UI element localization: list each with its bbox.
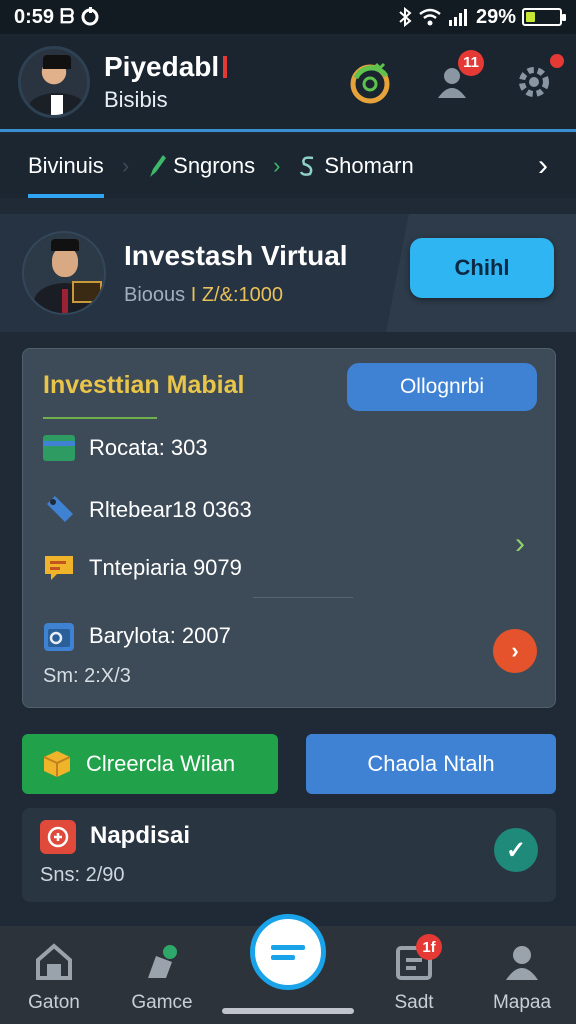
battery-fill — [526, 12, 536, 22]
notification-badge: 11 — [458, 49, 484, 76]
nav-item-mapaa[interactable]: Mapaa — [468, 942, 576, 1014]
sync-icon — [81, 7, 99, 26]
user-icon — [502, 942, 542, 982]
list-item[interactable]: Barylota: 2007 — [43, 623, 231, 651]
check-icon[interactable]: ✓ — [494, 828, 538, 872]
gear-icon — [519, 66, 549, 97]
notification-title: Napdisai — [90, 822, 191, 849]
tab-bar: Bivinuis › Sngrons › Shomarn › — [0, 134, 576, 198]
red-mark — [223, 55, 228, 78]
user-name: Piyedabl — [104, 50, 220, 82]
status-time: 0:59 — [14, 5, 55, 28]
notification-subtitle: Sns: 2/90 — [40, 864, 125, 886]
list-item[interactable]: Rocata: 303 — [43, 435, 208, 461]
signal-icon — [448, 9, 467, 26]
green-action-label: Clreercla Wilan — [86, 751, 236, 776]
app-header: Piyedabl Bisibis 11 — [0, 34, 576, 132]
settings-button[interactable] — [510, 53, 564, 106]
panel-action-button[interactable]: Ollognrbi — [347, 363, 537, 411]
row-label: Barylota: 2007 — [89, 623, 231, 648]
game-icon — [142, 942, 182, 982]
tag-icon — [43, 496, 75, 523]
notification-card[interactable]: Napdisai Sns: 2/90 ✓ — [22, 808, 556, 902]
avatar[interactable] — [18, 45, 90, 118]
profile-amount: I Z/&:1000 — [190, 283, 283, 306]
bluetooth-icon — [399, 7, 412, 27]
panel-title: Investtian Mabial — [43, 371, 245, 399]
status-glyph: ᗷ — [60, 5, 75, 28]
card-icon — [43, 435, 75, 461]
nav-item-gaton[interactable]: Gaton — [0, 942, 108, 1014]
store-badge: 1f — [416, 934, 442, 960]
nav-label: Sadt — [394, 992, 434, 1013]
row-label: Rltebear18 0363 — [89, 497, 252, 522]
user-subtitle: Bisibis — [104, 86, 168, 112]
profile-title: Investash Virtual — [124, 239, 348, 271]
nav-item-gamce[interactable]: Gamce — [108, 942, 216, 1014]
profile-action-button[interactable]: Chihl — [410, 238, 554, 298]
tab-label: Bivinuis — [28, 153, 104, 178]
menu-icon — [271, 945, 305, 960]
nav-label: Gamce — [131, 992, 193, 1013]
profile-subtitle-prefix: Bioous — [124, 283, 186, 306]
nav-label: Mapaa — [492, 992, 552, 1013]
battery-icon — [522, 8, 566, 26]
profile-avatar — [22, 231, 106, 315]
home-icon — [34, 942, 74, 982]
chevron-right-icon[interactable]: › — [515, 527, 525, 561]
status-bar: 0:59 ᗷ 29% — [0, 0, 576, 34]
list-item[interactable]: Rltebear18 0363 — [43, 496, 252, 523]
battery-percent: 29% — [475, 5, 516, 28]
investment-panel: Investtian Mabial Ollognrbi Rocata: 303 … — [22, 348, 556, 708]
wifi-icon — [419, 8, 441, 26]
tabs-more-chevron-icon[interactable]: › — [538, 149, 548, 183]
money-icon — [300, 156, 314, 176]
spinner-logo-icon[interactable] — [346, 58, 394, 106]
chevron-right-icon: › — [273, 153, 281, 178]
home-indicator[interactable] — [222, 1008, 354, 1014]
profile-card: Investash Virtual Bioous I Z/&:1000 Chih… — [0, 214, 576, 332]
alert-icon — [40, 820, 76, 854]
blue-action-button[interactable]: Chaola Ntalh — [306, 734, 556, 794]
row-divider — [253, 597, 353, 598]
tab-bivinuis[interactable]: Bivinuis — [28, 134, 104, 198]
tab-sngrons[interactable]: Sngrons — [147, 134, 255, 198]
chat-icon — [43, 555, 75, 581]
nav-item-sadt[interactable]: 1f Sadt — [360, 934, 468, 1014]
go-arrow-button[interactable]: › — [493, 629, 537, 673]
notifications-button[interactable]: 11 — [428, 49, 484, 106]
row-label: Rocata: 303 — [89, 435, 208, 460]
tab-shomarn[interactable]: Shomarn — [298, 134, 414, 198]
nav-label: Gaton — [28, 992, 80, 1013]
menu-fab-button[interactable] — [250, 914, 326, 990]
calendar-icon — [43, 623, 75, 651]
panel-title-underline — [43, 417, 157, 419]
chevron-right-icon: › — [121, 153, 130, 178]
list-item[interactable]: Tntepiaria 9079 — [43, 555, 242, 581]
green-action-button[interactable]: Clreercla Wilan — [22, 734, 278, 794]
box-icon — [43, 751, 71, 777]
tab-label: Shomarn — [324, 153, 414, 178]
pencil-icon — [150, 155, 167, 177]
panel-footer: Sm: 2:X/3 — [43, 665, 131, 687]
store-icon: 1f — [394, 934, 442, 982]
tab-label: Sngrons — [173, 153, 256, 178]
settings-dot — [550, 53, 564, 68]
row-label: Tntepiaria 9079 — [89, 555, 242, 580]
